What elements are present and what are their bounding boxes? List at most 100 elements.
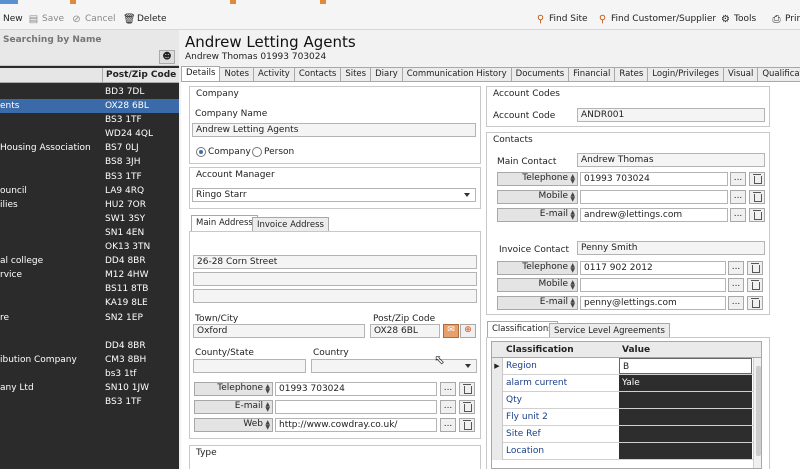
list-item[interactable]: BS3 1TF	[0, 170, 179, 184]
grid-scrollbar[interactable]	[753, 358, 761, 468]
list-item[interactable]: ilies HU2 7OR	[0, 198, 179, 212]
account-manager-select[interactable]: Ringo Starr	[192, 188, 476, 202]
town-field[interactable]: Oxford	[193, 324, 365, 338]
delete-button[interactable]: 🗑 Delete	[123, 12, 167, 26]
column-separator[interactable]	[102, 68, 103, 83]
main-email-more-button[interactable]: ...	[730, 208, 746, 222]
list-item[interactable]: any Ltd SN10 1JW	[0, 381, 179, 395]
new-button[interactable]: New	[3, 12, 23, 26]
map-lookup-button[interactable]: ✉	[443, 324, 459, 338]
tab-sites[interactable]: Sites	[340, 67, 372, 81]
print-button[interactable]: ⎙ Prin	[771, 12, 800, 26]
tab-contacts[interactable]: Contacts	[293, 67, 342, 81]
invoice-telephone-field[interactable]: 0117 902 2012	[580, 261, 726, 275]
invoice-telephone-delete-button[interactable]	[747, 261, 763, 275]
find-customer-button[interactable]: ⚲ Find Customer/Supplier	[597, 12, 716, 26]
list-item[interactable]: SN1 4EN	[0, 226, 179, 240]
find-site-button[interactable]: ⚲ Find Site	[535, 12, 588, 26]
classification-value[interactable]	[619, 409, 752, 425]
telephone-more-button[interactable]: ...	[440, 382, 456, 396]
tab-activity[interactable]: Activity	[253, 67, 295, 81]
list-item[interactable]: BS11 8TB	[0, 282, 179, 296]
classification-value[interactable]	[619, 392, 752, 408]
main-mobile-type-button[interactable]: Mobile ▲ ▼	[497, 190, 578, 204]
list-item[interactable]: SW1 3SY	[0, 212, 179, 226]
list-item[interactable]: OK13 3TN	[0, 240, 179, 254]
invoice-email-more-button[interactable]: ...	[728, 296, 744, 310]
table-row[interactable]: Fly unit 2	[492, 409, 761, 426]
main-telephone-more-button[interactable]: ...	[730, 172, 746, 186]
post-field[interactable]: OX28 6BL	[370, 324, 440, 338]
county-field[interactable]	[193, 359, 306, 373]
telephone-type-button[interactable]: Telephone ▲ ▼	[194, 382, 273, 396]
web-type-button[interactable]: Web ▲ ▼	[194, 418, 273, 432]
tab-communication-history[interactable]: Communication History	[401, 67, 512, 81]
table-row[interactable]: alarm current Yale	[492, 375, 761, 392]
table-row[interactable]: Location	[492, 443, 761, 460]
invoice-email-delete-button[interactable]	[747, 296, 763, 310]
list-item[interactable]: BD3 7DL	[0, 85, 179, 99]
web-delete-button[interactable]	[459, 418, 475, 432]
email-type-button[interactable]: E-mail ▲ ▼	[194, 400, 273, 414]
invoice-telephone-more-button[interactable]: ...	[728, 261, 744, 275]
web-field[interactable]: http://www.cowdray.co.uk/	[275, 418, 437, 432]
invoice-mobile-field[interactable]	[580, 278, 726, 292]
country-select[interactable]	[311, 359, 477, 373]
main-email-field[interactable]: andrew@lettings.com	[580, 208, 728, 222]
column-header-value[interactable]: Value	[622, 345, 650, 355]
tab-details[interactable]: Details	[181, 66, 221, 81]
tab-rates[interactable]: Rates	[614, 67, 649, 81]
column-header-classification[interactable]: Classification	[506, 345, 574, 355]
main-contact-field[interactable]: Andrew Thomas	[577, 153, 765, 167]
table-row[interactable]: Site Ref	[492, 426, 761, 443]
list-item[interactable]: ouncil LA9 4RQ	[0, 184, 179, 198]
address-line2-field[interactable]	[193, 272, 477, 286]
list-item[interactable]: WD24 4QL	[0, 127, 179, 141]
list-item[interactable]: BS8 3JH	[0, 155, 179, 169]
list-item[interactable]: Housing Association BS7 0LJ	[0, 141, 179, 155]
tab-classifications[interactable]: Classifications	[487, 321, 558, 338]
save-button[interactable]: ▤ Save	[28, 12, 64, 26]
main-telephone-field[interactable]: 01993 703024	[580, 172, 728, 186]
main-email-type-button[interactable]: E-mail ▲ ▼	[497, 208, 578, 222]
main-telephone-delete-button[interactable]	[749, 172, 765, 186]
table-row[interactable]: ▶ Region B	[492, 358, 761, 375]
list-item[interactable]: al college DD4 8BR	[0, 254, 179, 268]
classification-value[interactable]: B	[619, 358, 752, 374]
email-delete-button[interactable]	[459, 400, 475, 414]
tab-visual[interactable]: Visual	[722, 67, 759, 81]
tab-main-address[interactable]: Main Address	[191, 215, 258, 232]
tab-documents[interactable]: Documents	[510, 67, 570, 81]
main-mobile-more-button[interactable]: ...	[730, 190, 746, 204]
email-more-button[interactable]: ...	[440, 400, 456, 414]
tab-service-level-agreements[interactable]: Service Level Agreements	[549, 323, 670, 338]
account-code-field[interactable]: ANDR001	[577, 108, 765, 122]
telephone-delete-button[interactable]	[459, 382, 475, 396]
address-line3-field[interactable]	[193, 289, 477, 303]
list-item[interactable]: bs3 1tf	[0, 367, 179, 381]
invoice-contact-field[interactable]: Penny Smith	[577, 241, 765, 255]
list-item[interactable]: rvice M12 4HW	[0, 268, 179, 282]
email-field[interactable]	[275, 400, 437, 414]
invoice-email-type-button[interactable]: E-mail ▲ ▼	[497, 296, 578, 310]
tab-notes[interactable]: Notes	[219, 67, 255, 81]
invoice-mobile-more-button[interactable]: ...	[728, 278, 744, 292]
tab-login-privileges[interactable]: Login/Privileges	[647, 67, 724, 81]
tools-button[interactable]: ⚙ Tools	[720, 12, 756, 26]
list-item[interactable]: re SN2 1EP	[0, 311, 179, 325]
tab-qualifications[interactable]: Qualifications	[757, 67, 800, 81]
list-item[interactable]: DD4 8BR	[0, 339, 179, 353]
classification-value[interactable]	[619, 443, 752, 459]
locate-button[interactable]: ⊕	[460, 324, 476, 338]
main-mobile-delete-button[interactable]	[749, 190, 765, 204]
invoice-email-field[interactable]: penny@lettings.com	[580, 296, 726, 310]
web-more-button[interactable]: ...	[440, 418, 456, 432]
main-email-delete-button[interactable]	[749, 208, 765, 222]
list-item[interactable]: KA19 8LE	[0, 296, 179, 310]
telephone-field[interactable]: 01993 703024	[275, 382, 437, 396]
tab-invoice-address[interactable]: Invoice Address	[252, 217, 329, 232]
list-item[interactable]: ibution Company CM3 8BH	[0, 353, 179, 367]
invoice-mobile-delete-button[interactable]	[747, 278, 763, 292]
classification-value[interactable]: Yale	[619, 375, 752, 391]
cancel-button[interactable]: ⊘ Cancel	[71, 12, 115, 26]
